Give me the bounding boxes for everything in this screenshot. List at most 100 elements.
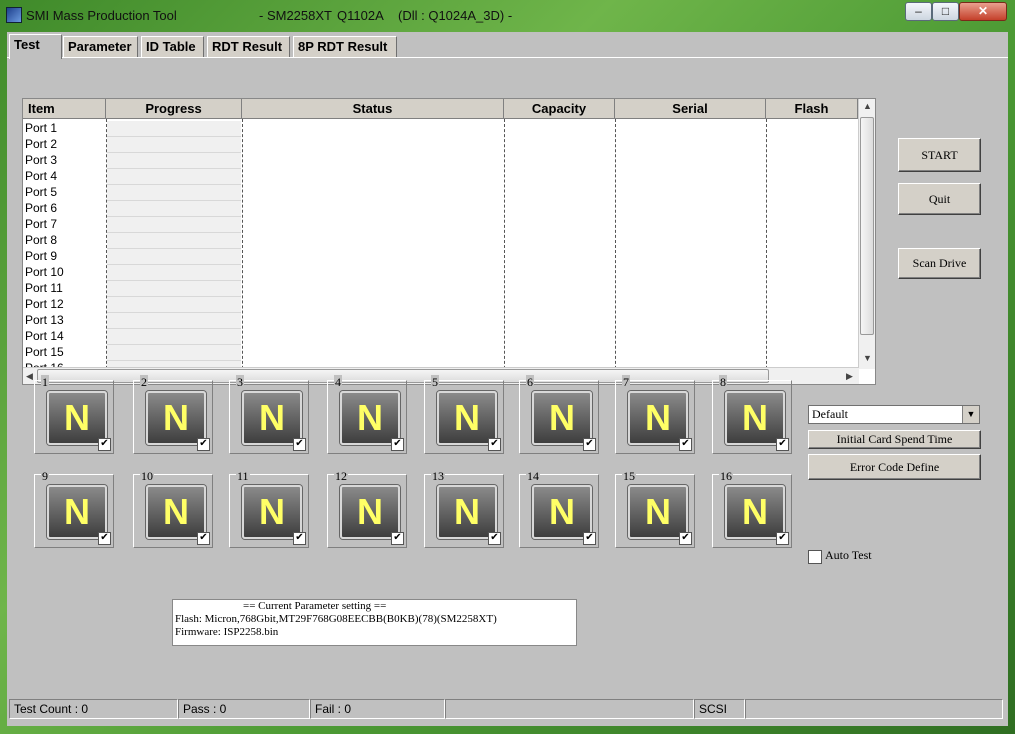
port-tile[interactable]: 4 N ✔ bbox=[327, 375, 407, 454]
port-status-letter: N bbox=[742, 397, 768, 438]
port-enable-checkbox[interactable]: ✔ bbox=[679, 532, 692, 545]
progress-cell bbox=[107, 329, 241, 345]
tab-id-table[interactable]: ID Table bbox=[141, 36, 204, 58]
port-tile[interactable]: 7 N ✔ bbox=[615, 375, 695, 454]
port-tile[interactable]: 12 N ✔ bbox=[327, 469, 407, 548]
col-capacity[interactable]: Capacity bbox=[504, 99, 615, 119]
port-row-label[interactable]: Port 11 bbox=[25, 280, 63, 296]
port-status-icon: N bbox=[628, 485, 688, 539]
col-status[interactable]: Status bbox=[242, 99, 504, 119]
port-status-letter: N bbox=[742, 491, 768, 532]
current-parameter-box: == Current Parameter setting == Flash: M… bbox=[172, 599, 577, 646]
port-row-label[interactable]: Port 13 bbox=[25, 312, 64, 328]
port-enable-checkbox[interactable]: ✔ bbox=[293, 438, 306, 451]
port-row-label[interactable]: Port 5 bbox=[25, 184, 57, 200]
tab-parameter[interactable]: Parameter bbox=[63, 36, 138, 58]
profile-select[interactable]: Default ▼ bbox=[808, 405, 980, 424]
scroll-up-icon[interactable]: ▲ bbox=[863, 101, 872, 111]
port-enable-checkbox[interactable]: ✔ bbox=[391, 438, 404, 451]
port-enable-checkbox[interactable]: ✔ bbox=[679, 438, 692, 451]
col-item[interactable]: Item bbox=[23, 99, 106, 119]
port-row-label[interactable]: Port 3 bbox=[25, 152, 57, 168]
port-enable-checkbox[interactable]: ✔ bbox=[391, 532, 404, 545]
port-tile[interactable]: 13 N ✔ bbox=[424, 469, 504, 548]
scroll-left-icon[interactable]: ◀ bbox=[26, 371, 33, 382]
port-enable-checkbox[interactable]: ✔ bbox=[98, 438, 111, 451]
initial-card-spend-time-button[interactable]: Initial Card Spend Time bbox=[808, 430, 981, 449]
port-row-label[interactable]: Port 10 bbox=[25, 264, 64, 280]
port-row-label[interactable]: Port 12 bbox=[25, 296, 64, 312]
port-row-label[interactable]: Port 6 bbox=[25, 200, 57, 216]
port-tile[interactable]: 6 N ✔ bbox=[519, 375, 599, 454]
port-list[interactable]: Item Progress Status Capacity Serial Fla… bbox=[22, 98, 876, 385]
port-row-label[interactable]: Port 7 bbox=[25, 216, 57, 232]
tab-rdt-result[interactable]: RDT Result bbox=[207, 36, 290, 58]
port-tile[interactable]: 16 N ✔ bbox=[712, 469, 792, 548]
port-tile[interactable]: 9 N ✔ bbox=[34, 469, 114, 548]
port-number: 9 bbox=[41, 469, 49, 484]
port-enable-checkbox[interactable]: ✔ bbox=[98, 532, 111, 545]
start-button[interactable]: START bbox=[898, 138, 981, 172]
scroll-down-icon[interactable]: ▼ bbox=[863, 353, 872, 363]
parameter-firmware: Firmware: ISP2258.bin bbox=[175, 626, 279, 638]
port-tile[interactable]: 3 N ✔ bbox=[229, 375, 309, 454]
minimize-button[interactable]: – bbox=[905, 2, 932, 21]
vertical-scroll-thumb[interactable] bbox=[860, 117, 874, 335]
parameter-flash: Flash: Micron,768Gbit,MT29F768G08EECBB(B… bbox=[175, 613, 497, 625]
quit-button[interactable]: Quit bbox=[898, 183, 981, 215]
dll-version: (Dll : Q1024A_3D) - bbox=[398, 8, 513, 23]
port-row-label[interactable]: Port 9 bbox=[25, 248, 57, 264]
progress-cell bbox=[107, 297, 241, 313]
port-number: 3 bbox=[236, 375, 244, 390]
col-flash[interactable]: Flash bbox=[766, 99, 858, 119]
port-tile[interactable]: 5 N ✔ bbox=[424, 375, 504, 454]
maximize-button[interactable]: □ bbox=[932, 2, 959, 21]
port-number: 16 bbox=[719, 469, 733, 484]
auto-test-checkbox[interactable] bbox=[808, 550, 822, 564]
port-enable-checkbox[interactable]: ✔ bbox=[776, 532, 789, 545]
port-enable-checkbox[interactable]: ✔ bbox=[583, 532, 596, 545]
port-tile[interactable]: 1 N ✔ bbox=[34, 375, 114, 454]
progress-cell bbox=[107, 185, 241, 201]
port-enable-checkbox[interactable]: ✔ bbox=[776, 438, 789, 451]
auto-test-label: Auto Test bbox=[825, 548, 872, 562]
progress-cell bbox=[107, 169, 241, 185]
port-status-letter: N bbox=[64, 397, 90, 438]
port-number: 15 bbox=[622, 469, 636, 484]
tab-8p-rdt-result[interactable]: 8P RDT Result bbox=[293, 36, 397, 58]
tab-panel-test: Item Progress Status Capacity Serial Fla… bbox=[7, 57, 1008, 695]
port-row-label[interactable]: Port 4 bbox=[25, 168, 57, 184]
port-enable-checkbox[interactable]: ✔ bbox=[293, 532, 306, 545]
col-serial[interactable]: Serial bbox=[615, 99, 766, 119]
port-tile[interactable]: 11 N ✔ bbox=[229, 469, 309, 548]
status-blank-2 bbox=[745, 699, 1003, 719]
tab-test[interactable]: Test bbox=[9, 34, 62, 59]
port-row-label[interactable]: Port 15 bbox=[25, 344, 64, 360]
col-progress[interactable]: Progress bbox=[106, 99, 242, 119]
port-tile[interactable]: 14 N ✔ bbox=[519, 469, 599, 548]
port-enable-checkbox[interactable]: ✔ bbox=[488, 532, 501, 545]
progress-cell bbox=[107, 345, 241, 361]
scan-drive-button[interactable]: Scan Drive bbox=[898, 248, 981, 279]
port-row-label[interactable]: Port 1 bbox=[25, 120, 57, 136]
port-row-label[interactable]: Port 14 bbox=[25, 328, 64, 344]
chevron-down-icon[interactable]: ▼ bbox=[962, 406, 979, 423]
scroll-right-icon[interactable]: ▶ bbox=[846, 371, 853, 382]
port-enable-checkbox[interactable]: ✔ bbox=[197, 438, 210, 451]
port-enable-checkbox[interactable]: ✔ bbox=[488, 438, 501, 451]
port-status-icon: N bbox=[242, 485, 302, 539]
port-enable-checkbox[interactable]: ✔ bbox=[583, 438, 596, 451]
vertical-scrollbar[interactable]: ▲ ▼ bbox=[858, 99, 875, 369]
port-enable-checkbox[interactable]: ✔ bbox=[197, 532, 210, 545]
close-button[interactable]: ✕ bbox=[959, 2, 1007, 21]
port-tile[interactable]: 8 N ✔ bbox=[712, 375, 792, 454]
port-tile[interactable]: 10 N ✔ bbox=[133, 469, 213, 548]
port-status-icon: N bbox=[725, 391, 785, 445]
progress-cell bbox=[107, 281, 241, 297]
port-row-label[interactable]: Port 2 bbox=[25, 136, 57, 152]
error-code-define-button[interactable]: Error Code Define bbox=[808, 454, 981, 480]
port-row-label[interactable]: Port 8 bbox=[25, 232, 57, 248]
port-tile[interactable]: 2 N ✔ bbox=[133, 375, 213, 454]
port-status-letter: N bbox=[259, 397, 285, 438]
port-tile[interactable]: 15 N ✔ bbox=[615, 469, 695, 548]
